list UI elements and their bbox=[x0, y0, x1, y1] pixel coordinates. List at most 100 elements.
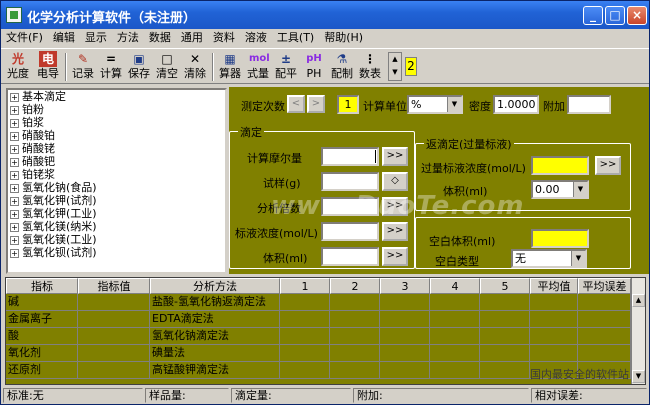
menu-general[interactable]: 通用 bbox=[176, 29, 208, 47]
scroll-up-icon[interactable]: ▲ bbox=[632, 294, 645, 307]
table-cell[interactable] bbox=[280, 328, 330, 345]
density-field[interactable]: 1.0000 bbox=[493, 95, 539, 114]
results-grid[interactable]: 指标 指标值 分析方法 1 2 3 4 5 平均值 平均误差 碱 盐酸-氢氧化钠返… bbox=[5, 277, 646, 385]
expand-icon[interactable]: + bbox=[10, 209, 19, 219]
tree-item[interactable]: + 氢氧化镁(纳米) bbox=[8, 220, 225, 233]
balance-button[interactable]: ± 配平 bbox=[272, 51, 300, 82]
molarity-field[interactable] bbox=[321, 147, 379, 166]
expand-icon[interactable]: + bbox=[10, 196, 19, 206]
table-cell[interactable] bbox=[530, 311, 578, 328]
column-header[interactable]: 平均值 bbox=[530, 278, 578, 294]
table-cell[interactable] bbox=[78, 328, 150, 345]
column-header[interactable]: 分析方法 bbox=[150, 278, 280, 294]
sample-toggle-button[interactable]: ◇ bbox=[382, 172, 408, 191]
factor-field[interactable] bbox=[321, 197, 379, 216]
table-cell[interactable] bbox=[330, 328, 380, 345]
tree-item[interactable]: + 氢氧化钠(食品) bbox=[8, 181, 225, 194]
table-cell[interactable] bbox=[330, 294, 380, 311]
tree-item[interactable]: + 铂铑浆 bbox=[8, 168, 225, 181]
menu-data[interactable]: 数据 bbox=[144, 29, 176, 47]
table-cell[interactable] bbox=[78, 362, 150, 379]
table-cell[interactable] bbox=[330, 345, 380, 362]
table-cell[interactable]: 酸 bbox=[6, 328, 78, 345]
tree-item[interactable]: + 氢氧化镁(工业) bbox=[8, 233, 225, 246]
calc-unit-select[interactable]: % ▼ bbox=[407, 95, 463, 114]
table-cell[interactable] bbox=[430, 311, 480, 328]
table-cell[interactable] bbox=[480, 311, 530, 328]
table-cell[interactable] bbox=[530, 362, 578, 379]
table-cell[interactable] bbox=[530, 294, 578, 311]
calculator-button[interactable]: ▦ 算器 bbox=[216, 51, 244, 82]
toolbar-spinner[interactable]: ▲ ▼ bbox=[388, 52, 402, 81]
table-cell[interactable] bbox=[78, 311, 150, 328]
expand-icon[interactable]: + bbox=[10, 144, 19, 154]
dropdown-arrow-icon[interactable]: ▼ bbox=[573, 182, 587, 197]
tree-item[interactable]: + 氢氧化钾(工业) bbox=[8, 207, 225, 220]
next-count-button[interactable]: > bbox=[307, 95, 325, 113]
grid-scrollbar[interactable]: ▲ ▼ bbox=[631, 278, 645, 384]
table-cell[interactable] bbox=[380, 362, 430, 379]
back-volume-select[interactable]: 0.00 ▼ bbox=[531, 180, 589, 199]
column-header[interactable]: 2 bbox=[330, 278, 380, 294]
data-table-button[interactable]: ⋮ 数表 bbox=[356, 51, 384, 82]
expand-icon[interactable]: + bbox=[10, 170, 19, 180]
table-cell[interactable] bbox=[430, 328, 480, 345]
menu-solution[interactable]: 溶液 bbox=[240, 29, 272, 47]
menu-edit[interactable]: 编辑 bbox=[48, 29, 80, 47]
volume-arrow-button[interactable]: >> bbox=[382, 247, 408, 266]
maximize-button[interactable]: □ bbox=[605, 6, 625, 25]
spinner-down-icon[interactable]: ▼ bbox=[389, 66, 401, 79]
expand-icon[interactable]: + bbox=[10, 235, 19, 245]
table-cell[interactable] bbox=[578, 311, 631, 328]
table-cell[interactable]: 还原剂 bbox=[6, 362, 78, 379]
tree-item[interactable]: + 硝酸铑 bbox=[8, 142, 225, 155]
tree-item[interactable]: + 氢氧化钡(试剂) bbox=[8, 246, 225, 259]
calculate-button[interactable]: = 计算 bbox=[97, 51, 125, 82]
table-cell[interactable] bbox=[380, 328, 430, 345]
menu-file[interactable]: 文件(F) bbox=[1, 29, 48, 47]
expand-icon[interactable]: + bbox=[10, 92, 19, 102]
table-cell[interactable] bbox=[578, 362, 631, 379]
tree-item[interactable]: + 硝酸铂 bbox=[8, 129, 225, 142]
prev-count-button[interactable]: < bbox=[287, 95, 305, 113]
table-cell[interactable]: 氢氧化钠滴定法 bbox=[150, 328, 280, 345]
factor-arrow-button[interactable]: >> bbox=[382, 197, 408, 216]
extra-field[interactable] bbox=[567, 95, 611, 114]
tree-item[interactable]: + 铂粉 bbox=[8, 103, 225, 116]
method-tree[interactable]: + 基本滴定 + 铂粉 + 铂浆 + 硝酸铂 + 硝酸铑 + 硝酸钯 + 铂铑浆 + 氢氧化钠(… bbox=[6, 88, 227, 274]
table-cell[interactable] bbox=[430, 294, 480, 311]
expand-icon[interactable]: + bbox=[10, 105, 19, 115]
photometry-button[interactable]: 光 光度 bbox=[4, 51, 32, 82]
table-cell[interactable] bbox=[280, 345, 330, 362]
menu-method[interactable]: 方法 bbox=[112, 29, 144, 47]
table-cell[interactable] bbox=[578, 294, 631, 311]
table-cell[interactable]: 高锰酸钾滴定法 bbox=[150, 362, 280, 379]
molarity-arrow-button[interactable]: >> bbox=[382, 147, 408, 166]
menu-view[interactable]: 显示 bbox=[80, 29, 112, 47]
tree-item[interactable]: + 铂浆 bbox=[8, 116, 225, 129]
tree-item[interactable]: + 氢氧化钾(试剂) bbox=[8, 194, 225, 207]
column-header[interactable]: 指标 bbox=[6, 278, 78, 294]
spinner-up-icon[interactable]: ▲ bbox=[389, 53, 401, 66]
column-header[interactable]: 1 bbox=[280, 278, 330, 294]
table-cell[interactable] bbox=[380, 345, 430, 362]
table-cell[interactable]: 盐酸-氢氧化钠返滴定法 bbox=[150, 294, 280, 311]
expand-icon[interactable]: + bbox=[10, 157, 19, 167]
table-cell[interactable] bbox=[330, 311, 380, 328]
clear-all-button[interactable]: □ 清空 bbox=[153, 51, 181, 82]
expand-icon[interactable]: + bbox=[10, 118, 19, 128]
menu-help[interactable]: 帮助(H) bbox=[319, 29, 368, 47]
column-header[interactable]: 指标值 bbox=[78, 278, 150, 294]
blank-volume-field[interactable] bbox=[531, 229, 589, 248]
ph-button[interactable]: pH PH bbox=[300, 51, 328, 82]
dropdown-arrow-icon[interactable]: ▼ bbox=[447, 97, 461, 112]
expand-icon[interactable]: + bbox=[10, 222, 19, 232]
table-cell[interactable]: 氧化剂 bbox=[6, 345, 78, 362]
close-button[interactable]: × bbox=[627, 6, 647, 25]
record-button[interactable]: ✎ 记录 bbox=[69, 51, 97, 82]
table-cell[interactable] bbox=[530, 345, 578, 362]
table-cell[interactable] bbox=[530, 328, 578, 345]
table-cell[interactable]: 碘量法 bbox=[150, 345, 280, 362]
dropdown-arrow-icon[interactable]: ▼ bbox=[571, 251, 585, 266]
save-button[interactable]: ▣ 保存 bbox=[125, 51, 153, 82]
